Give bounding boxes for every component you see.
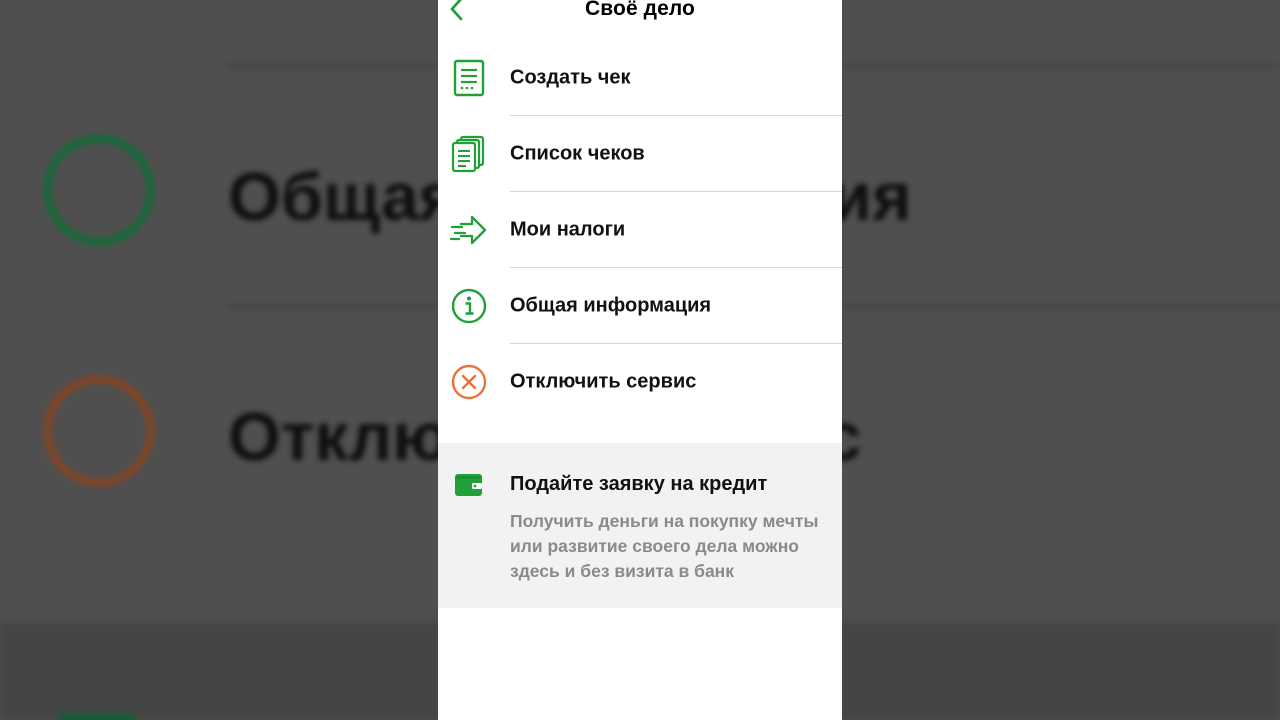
background-info-icon: [44, 135, 154, 245]
receipts-list-icon: [450, 135, 488, 173]
background-wallet-icon: [58, 714, 136, 720]
arrow-right-motion-icon: [450, 211, 488, 249]
menu-list: Создать чек Список чеков Мои налоги Обща…: [438, 40, 842, 420]
menu-item-my-taxes[interactable]: Мои налоги: [438, 192, 842, 268]
menu-item-receipts-list[interactable]: Список чеков: [438, 116, 842, 192]
page-title: Своё дело: [585, 0, 695, 20]
phone-screen: Своё дело Создать чек Список чеков Мои н…: [438, 0, 842, 720]
background-close-icon: [44, 376, 154, 486]
menu-item-label: Создать чек: [510, 66, 631, 89]
credit-promo-card[interactable]: Подайте заявку на кредит Получить деньги…: [438, 443, 842, 608]
menu-item-label: Общая информация: [510, 294, 712, 317]
receipt-icon: [450, 59, 488, 97]
navigation-bar: Своё дело: [438, 0, 842, 28]
wallet-icon: [455, 473, 483, 497]
menu-item-disable-service[interactable]: Отключить сервис: [438, 344, 842, 420]
promo-description: Получить деньги на покупку мечты или раз…: [510, 511, 819, 581]
menu-item-general-info[interactable]: Общая информация: [438, 268, 842, 344]
screen: Общая информация Отключить сервис Своё д…: [0, 0, 1280, 720]
promo-title: Подайте заявку на кредит: [510, 473, 768, 495]
menu-item-label: Мои налоги: [510, 218, 626, 241]
info-icon: [450, 287, 488, 325]
menu-item-create-receipt[interactable]: Создать чек: [438, 40, 842, 116]
close-circle-icon: [450, 363, 488, 401]
menu-item-label: Отключить сервис: [510, 370, 697, 393]
menu-item-label: Список чеков: [510, 142, 645, 165]
